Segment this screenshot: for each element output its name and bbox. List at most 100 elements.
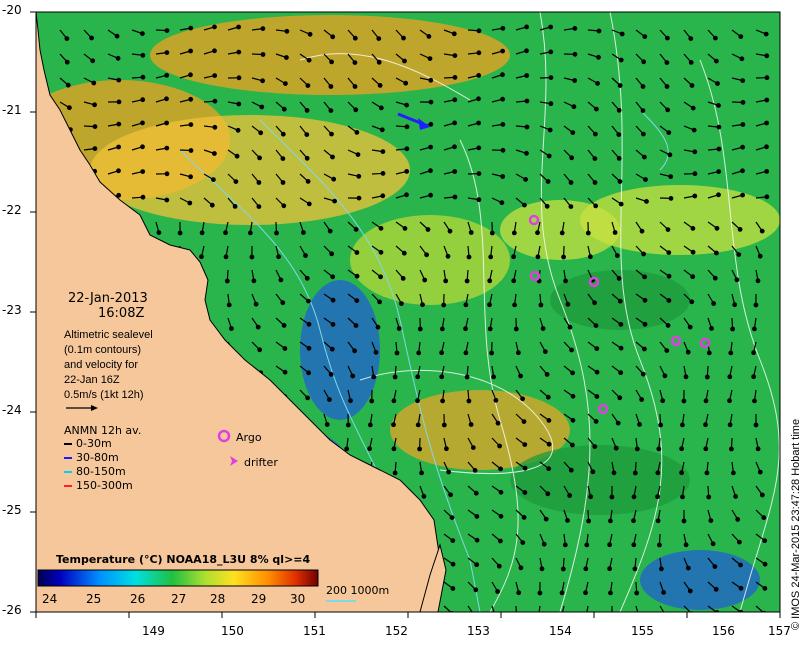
velocity-arrow-head bbox=[254, 302, 258, 306]
velocity-arrow-head bbox=[421, 303, 425, 307]
velocity-arrow-head bbox=[453, 121, 457, 125]
altimetry-line: and velocity for bbox=[64, 358, 153, 373]
velocity-arrow-head bbox=[689, 589, 693, 593]
velocity-arrow-head bbox=[584, 567, 588, 571]
velocity-arrow-head bbox=[585, 543, 589, 547]
velocity-arrow-head bbox=[523, 443, 527, 447]
velocity-arrow-head bbox=[595, 395, 599, 399]
sst-patch bbox=[90, 115, 410, 225]
velocity-arrow-head bbox=[299, 615, 303, 619]
velocity-arrow-head bbox=[117, 169, 121, 173]
velocity-arrow-head bbox=[593, 301, 597, 305]
velocity-arrow-head bbox=[544, 350, 548, 354]
velocity-arrow-head bbox=[573, 79, 577, 83]
velocity-arrow-head bbox=[357, 175, 361, 179]
velocity-arrow-head bbox=[189, 26, 193, 30]
velocity-arrow-head bbox=[704, 423, 708, 427]
velocity-arrow-head bbox=[761, 493, 765, 497]
velocity-arrow-head bbox=[521, 397, 525, 401]
velocity-arrow-head bbox=[178, 231, 182, 235]
velocity-arrow-head bbox=[712, 302, 716, 306]
velocity-arrow-head bbox=[328, 398, 332, 402]
velocity-arrow-head bbox=[427, 35, 431, 39]
velocity-arrow-head bbox=[709, 519, 713, 523]
velocity-arrow-head bbox=[512, 255, 516, 259]
velocity-arrow-head bbox=[236, 129, 240, 133]
velocity-arrow-head bbox=[401, 277, 405, 281]
velocity-arrow-head bbox=[619, 299, 623, 303]
velocity-arrow-head bbox=[188, 201, 192, 205]
argo-label: Argo bbox=[236, 431, 262, 444]
velocity-arrow-head bbox=[351, 374, 355, 378]
velocity-arrow-head bbox=[477, 97, 481, 101]
velocity-arrow-head bbox=[307, 371, 311, 375]
velocity-arrow-head bbox=[249, 231, 253, 235]
velocity-arrow-head bbox=[281, 301, 285, 305]
velocity-arrow-head bbox=[686, 350, 690, 354]
velocity-arrow-head bbox=[446, 254, 450, 258]
velocity-arrow-head bbox=[682, 519, 686, 523]
lat-tick-label: -23 bbox=[2, 303, 22, 317]
velocity-arrow-head bbox=[549, 102, 553, 106]
velocity-arrow-head bbox=[189, 175, 193, 179]
velocity-arrow-head bbox=[666, 228, 670, 232]
velocity-arrow-head bbox=[517, 351, 521, 355]
velocity-arrow-head bbox=[547, 395, 551, 399]
anmn-depth-label: 150-300m bbox=[76, 479, 133, 492]
velocity-arrow-head bbox=[614, 446, 618, 450]
velocity-arrow-head bbox=[227, 303, 231, 307]
lat-tick-label: -24 bbox=[2, 403, 22, 417]
velocity-arrow-head bbox=[737, 253, 741, 257]
velocity-arrow-head bbox=[692, 128, 696, 132]
temperature-colorbar bbox=[38, 570, 318, 586]
velocity-arrow-head bbox=[573, 27, 577, 31]
lon-tick-label: 149 bbox=[142, 624, 165, 638]
velocity-arrow-head bbox=[490, 351, 494, 355]
velocity-arrow-head bbox=[372, 375, 376, 379]
velocity-arrow-head bbox=[496, 421, 500, 425]
sst-patch bbox=[640, 550, 760, 610]
velocity-arrow-head bbox=[441, 327, 445, 331]
velocity-arrow-head bbox=[354, 36, 358, 40]
velocity-arrow-head bbox=[418, 447, 422, 451]
velocity-arrow-head bbox=[473, 469, 477, 473]
velocity-arrow-head bbox=[306, 277, 310, 281]
velocity-arrow-head bbox=[754, 423, 758, 427]
velocity-arrow-head bbox=[547, 442, 551, 446]
velocity-arrow-head bbox=[525, 25, 529, 29]
velocity-arrow-head bbox=[283, 370, 287, 374]
velocity-arrow-head bbox=[381, 194, 385, 198]
velocity-arrow-head bbox=[200, 231, 204, 235]
velocity-arrow-head bbox=[568, 325, 572, 329]
velocity-arrow-head bbox=[226, 279, 230, 283]
velocity-arrow-head bbox=[117, 122, 121, 126]
velocity-arrow-head bbox=[283, 107, 287, 111]
velocity-arrow-head bbox=[542, 542, 546, 546]
velocity-arrow-head bbox=[429, 193, 433, 197]
velocity-arrow-head bbox=[189, 49, 193, 53]
velocity-arrow-head bbox=[453, 32, 457, 36]
velocity-arrow-head bbox=[426, 228, 430, 232]
velocity-arrow-head bbox=[378, 300, 382, 304]
velocity-arrow-head bbox=[717, 193, 721, 197]
velocity-arrow-head bbox=[282, 132, 286, 136]
velocity-arrow-head bbox=[230, 327, 234, 331]
velocity-arrow-head bbox=[213, 25, 217, 29]
velocity-arrow-head bbox=[272, 615, 276, 619]
velocity-arrow-head bbox=[117, 145, 121, 149]
velocity-arrow-head bbox=[584, 591, 588, 595]
velocity-arrow-head bbox=[759, 470, 763, 474]
velocity-arrow-head bbox=[307, 323, 311, 327]
velocity-arrow-head bbox=[333, 199, 337, 203]
velocity-arrow-head bbox=[165, 29, 169, 33]
velocity-arrow-head bbox=[667, 274, 671, 278]
velocity-arrow-head bbox=[417, 351, 421, 355]
velocity-arrow-head bbox=[464, 351, 468, 355]
velocity-arrow-head bbox=[325, 615, 329, 619]
velocity-arrow-head bbox=[693, 150, 697, 154]
velocity-arrow-head bbox=[355, 251, 359, 255]
velocity-arrow-head bbox=[447, 470, 451, 474]
velocity-arrow-head bbox=[501, 149, 505, 153]
velocity-arrow-head bbox=[233, 205, 237, 209]
velocity-arrow-head bbox=[693, 172, 697, 176]
